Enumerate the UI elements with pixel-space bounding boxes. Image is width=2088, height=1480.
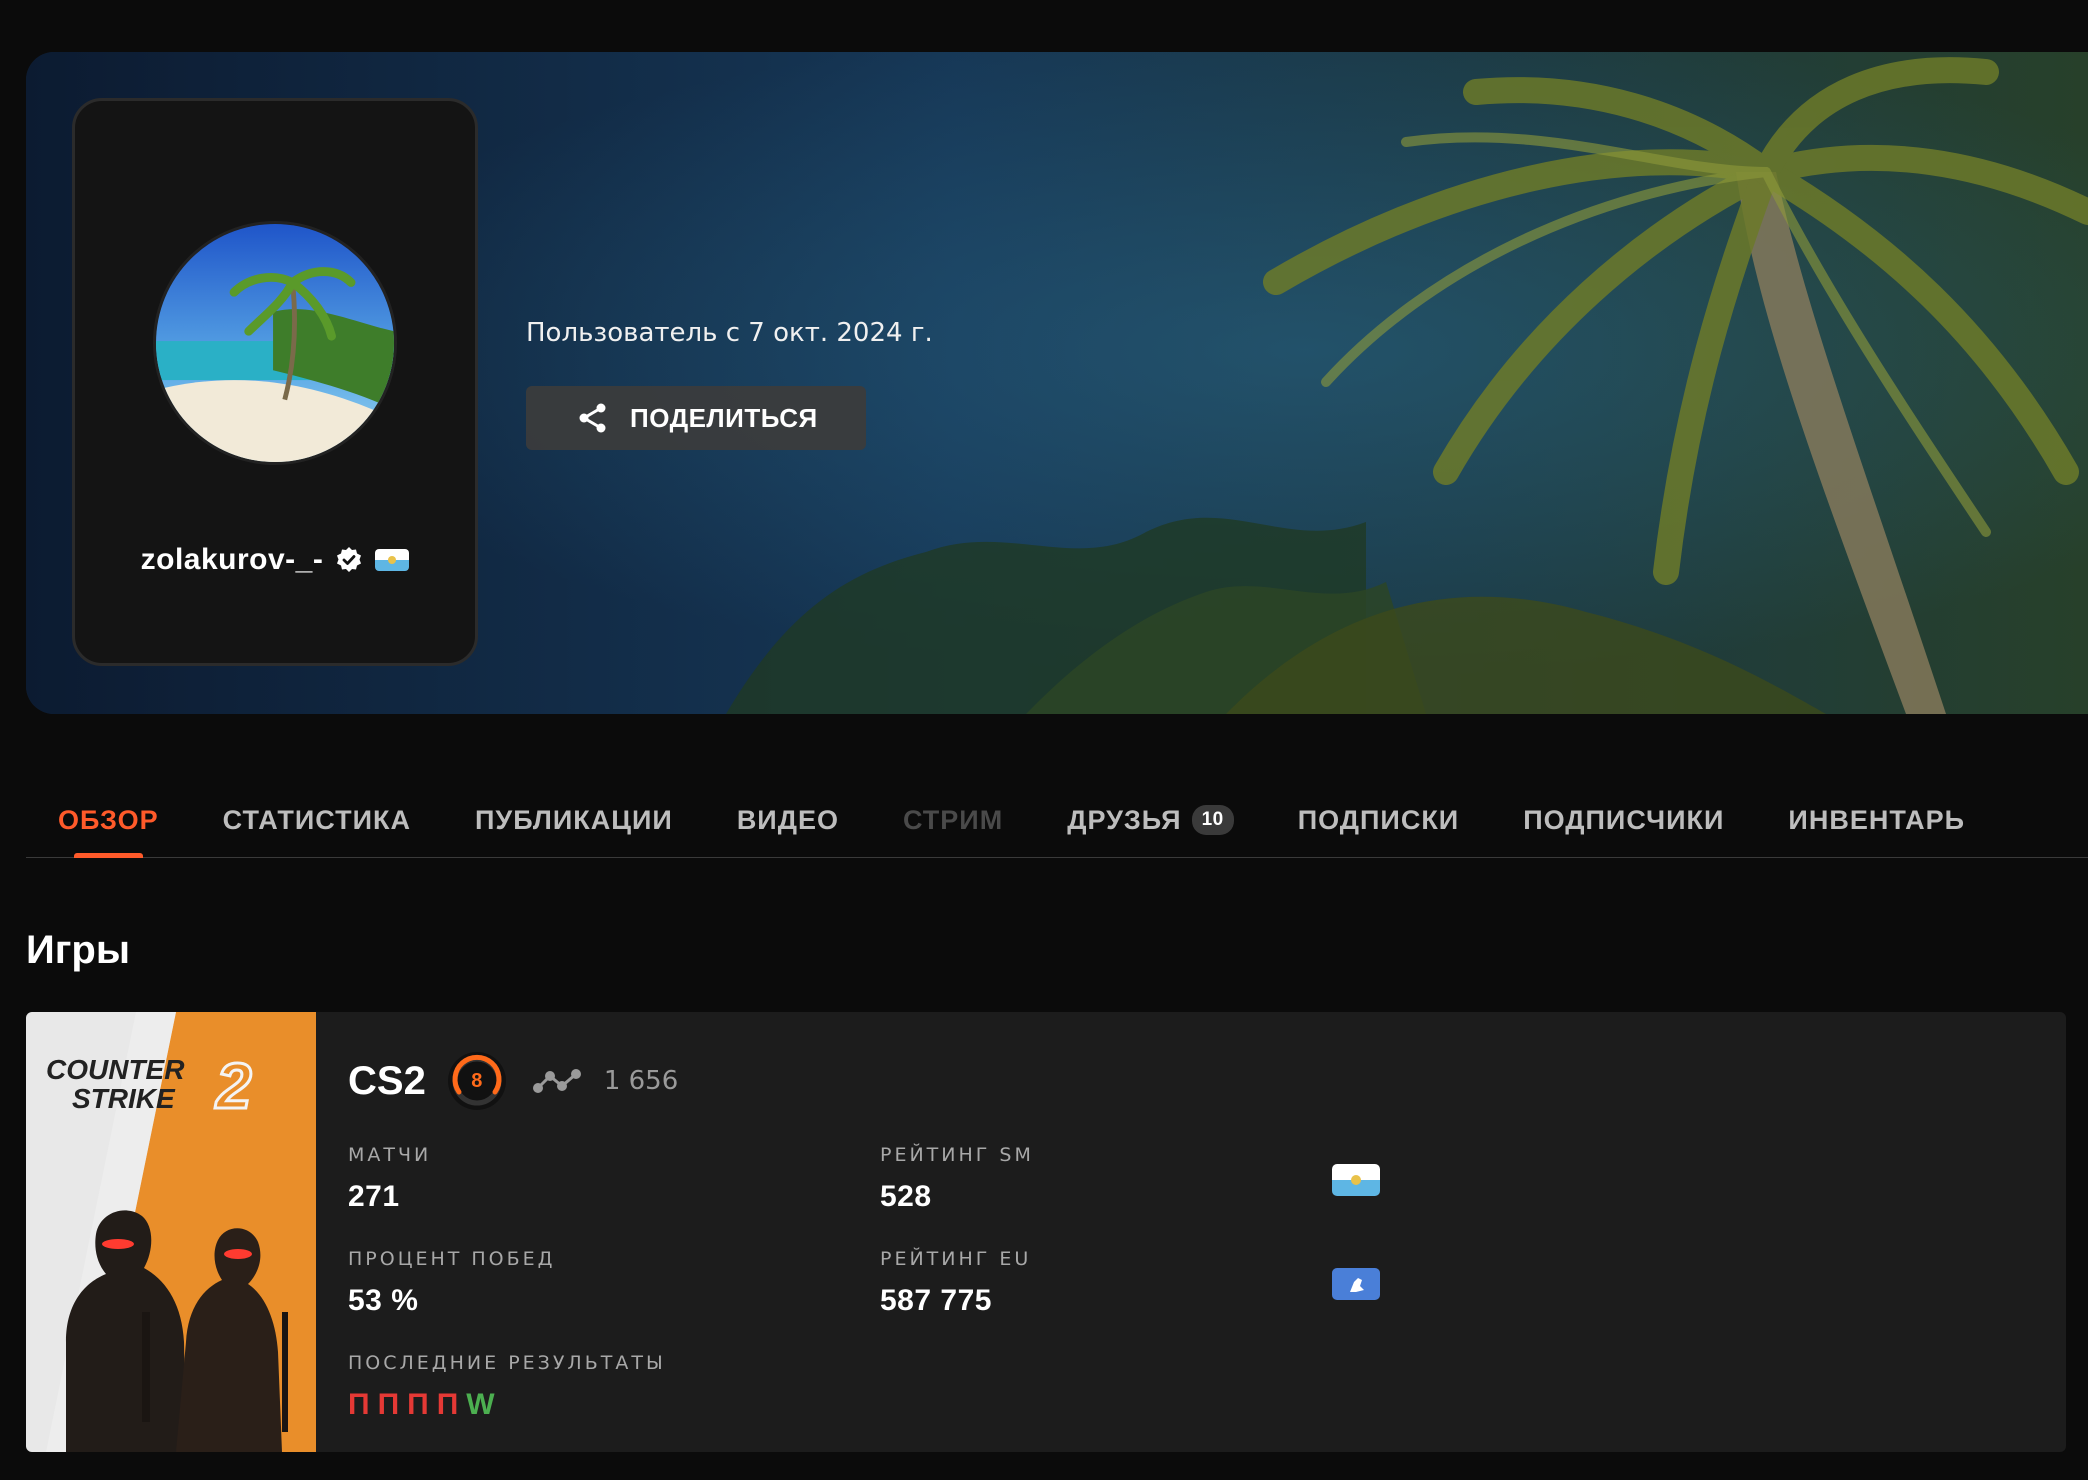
- profile-card: zolakurov-_-: [72, 98, 478, 666]
- tab-label: СТРИМ: [902, 804, 1004, 835]
- result-loss: П: [377, 1388, 400, 1421]
- tab-overview[interactable]: ОБЗОР: [58, 782, 159, 858]
- stat-label: ПРОЦЕНТ ПОБЕД: [348, 1248, 556, 1270]
- username-row: zolakurov-_-: [75, 543, 475, 577]
- tab-inventory[interactable]: ИНВЕНТАРЬ: [1788, 782, 1965, 858]
- tab-video[interactable]: ВИДЕО: [737, 782, 839, 858]
- tab-label: ДРУЗЬЯ: [1067, 804, 1182, 835]
- member-since-text: Пользователь с 7 окт. 2024 г.: [526, 318, 933, 348]
- stat-recent-results: ПОСЛЕДНИЕ РЕЗУЛЬТАТЫ П П П П W: [348, 1352, 666, 1422]
- game-card-cs2[interactable]: COUNTER STRIKE 2 CS2 8 1 656 МАТЧИ 271 Р…: [26, 1012, 2066, 1452]
- skill-level-value: 8: [471, 1069, 483, 1092]
- profile-banner: zolakurov-_- Пользователь с 7 окт. 2024 …: [26, 52, 2088, 714]
- tab-publications[interactable]: ПУБЛИКАЦИИ: [475, 782, 673, 858]
- stat-value: 53 %: [348, 1284, 419, 1317]
- share-button-label: ПОДЕЛИТЬСЯ: [630, 402, 818, 433]
- san-marino-flag-icon: [375, 549, 410, 571]
- cs2-cover-image: COUNTER STRIKE 2: [26, 1012, 316, 1452]
- avatar[interactable]: [153, 221, 397, 465]
- stat-value: 271: [348, 1180, 400, 1213]
- tab-label: ПОДПИСЧИКИ: [1523, 804, 1725, 835]
- cs2-logo: COUNTER STRIKE 2: [46, 1053, 316, 1120]
- profile-page: zolakurov-_- Пользователь с 7 окт. 2024 …: [0, 0, 2088, 1480]
- tab-friends[interactable]: ДРУЗЬЯ 10: [1067, 782, 1234, 858]
- stat-label: ПОСЛЕДНИЕ РЕЗУЛЬТАТЫ: [348, 1352, 666, 1374]
- tab-label: ПУБЛИКАЦИИ: [475, 804, 673, 835]
- stat-winrate: ПРОЦЕНТ ПОБЕД 53 %: [348, 1248, 556, 1318]
- beach-avatar-image: [156, 224, 394, 462]
- tab-label: СТАТИСТИКА: [222, 804, 411, 835]
- cs2-logo-number: 2: [215, 1050, 254, 1122]
- elo-graph-icon: [532, 1069, 581, 1093]
- tab-statistics[interactable]: СТАТИСТИКА: [223, 782, 411, 858]
- tab-label: ПОДПИСКИ: [1297, 804, 1460, 835]
- tab-subscriptions[interactable]: ПОДПИСКИ: [1298, 782, 1459, 858]
- europe-region-icon: [1332, 1268, 1380, 1300]
- games-section-title: Игры: [26, 928, 131, 972]
- cs2-logo-line1: COUNTER: [46, 1054, 185, 1085]
- stat-label: РЕЙТИНГ EU: [880, 1248, 1032, 1270]
- stat-label: РЕЙТИНГ SM: [880, 1144, 1034, 1166]
- result-win: W: [466, 1388, 495, 1421]
- result-loss: П: [348, 1388, 370, 1421]
- stat-rating-eu: РЕЙТИНГ EU 587 775: [880, 1248, 1031, 1318]
- profile-tabs: ОБЗОР СТАТИСТИКА ПУБЛИКАЦИИ ВИДЕО СТРИМ …: [26, 782, 2088, 858]
- stat-value: 528: [880, 1180, 932, 1213]
- skill-level-badge: 8: [446, 1050, 508, 1112]
- game-header: CS2 8 1 656: [348, 1050, 678, 1112]
- tab-label: ВИДЕО: [736, 804, 839, 835]
- san-marino-flag-icon: [1332, 1164, 1380, 1196]
- cs2-logo-line2: STRIKE: [72, 1083, 175, 1114]
- stat-matches: МАТЧИ 271: [348, 1144, 431, 1214]
- tab-subscribers[interactable]: ПОДПИСЧИКИ: [1523, 782, 1724, 858]
- result-loss: П: [436, 1388, 459, 1421]
- recent-results-list: П П П П W: [348, 1388, 666, 1422]
- stat-label: МАТЧИ: [348, 1144, 432, 1166]
- tab-label: ОБЗОР: [58, 804, 159, 835]
- username: zolakurov-_-: [140, 543, 324, 576]
- result-loss: П: [407, 1388, 429, 1421]
- elo-value: 1 656: [603, 1066, 679, 1096]
- friends-count-badge: 10: [1191, 805, 1234, 835]
- tab-stream: СТРИМ: [903, 782, 1003, 858]
- share-icon: [579, 403, 606, 433]
- share-button[interactable]: ПОДЕЛИТЬСЯ: [526, 386, 866, 450]
- verified-badge-icon: [337, 547, 362, 572]
- game-name: CS2: [348, 1058, 426, 1103]
- stat-rating-sm: РЕЙТИНГ SM 528: [880, 1144, 1034, 1214]
- tab-label: ИНВЕНТАРЬ: [1788, 804, 1966, 835]
- stat-value: 587 775: [880, 1284, 992, 1317]
